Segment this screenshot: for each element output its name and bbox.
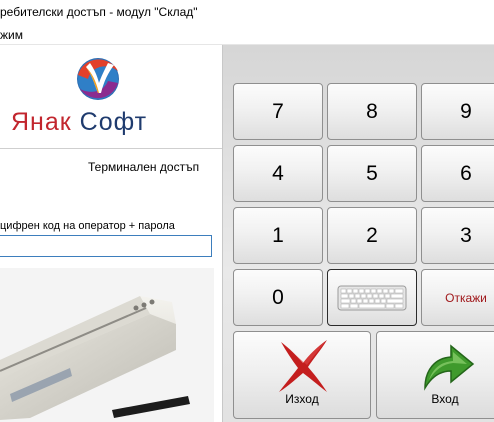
left-panel: Янак Софт Терминален достъп цифрен код н… [0,45,223,422]
logo-emblem-icon [77,58,119,100]
keypad-panel: 7 8 9 4 5 6 1 2 3 0 Откажи Изход Вход [223,45,494,422]
key-1[interactable]: 1 [233,207,323,264]
exit-label: Изход [285,392,319,406]
brand-name-part1: Янак [11,108,72,136]
key-5[interactable]: 5 [327,145,417,202]
terminal-access-label: Терминален достъп [88,160,200,174]
card-reader-illustration [0,268,214,422]
close-x-icon [279,340,327,392]
keyboard-icon [337,285,407,310]
keyboard-button[interactable] [327,269,417,326]
enter-button[interactable]: Вход [376,331,494,419]
brand-name: Янак Софт [11,108,147,137]
key-2[interactable]: 2 [327,207,417,264]
card-reader-image [0,268,214,422]
cancel-button[interactable]: Откажи [421,269,494,326]
brand-name-part2: Софт [79,108,148,136]
code-prompt-label: цифрен код на оператор + парола [0,220,175,232]
key-9[interactable]: 9 [421,83,494,140]
window-title: ребителски достъп - модул "Склад" [0,5,198,19]
menu-item[interactable]: жим [0,28,23,42]
key-4[interactable]: 4 [233,145,323,202]
enter-label: Вход [431,392,459,406]
key-3[interactable]: 3 [421,207,494,264]
company-logo: Янак Софт [0,45,222,148]
divider [0,148,222,149]
menu-bar: жим [0,26,494,45]
code-input[interactable] [0,235,212,257]
key-6[interactable]: 6 [421,145,494,202]
title-bar: ребителски достъп - модул "Склад" [0,0,494,26]
key-8[interactable]: 8 [327,83,417,140]
enter-arrow-icon [424,344,475,391]
exit-button[interactable]: Изход [233,331,371,419]
key-7[interactable]: 7 [233,83,323,140]
key-0[interactable]: 0 [233,269,323,326]
